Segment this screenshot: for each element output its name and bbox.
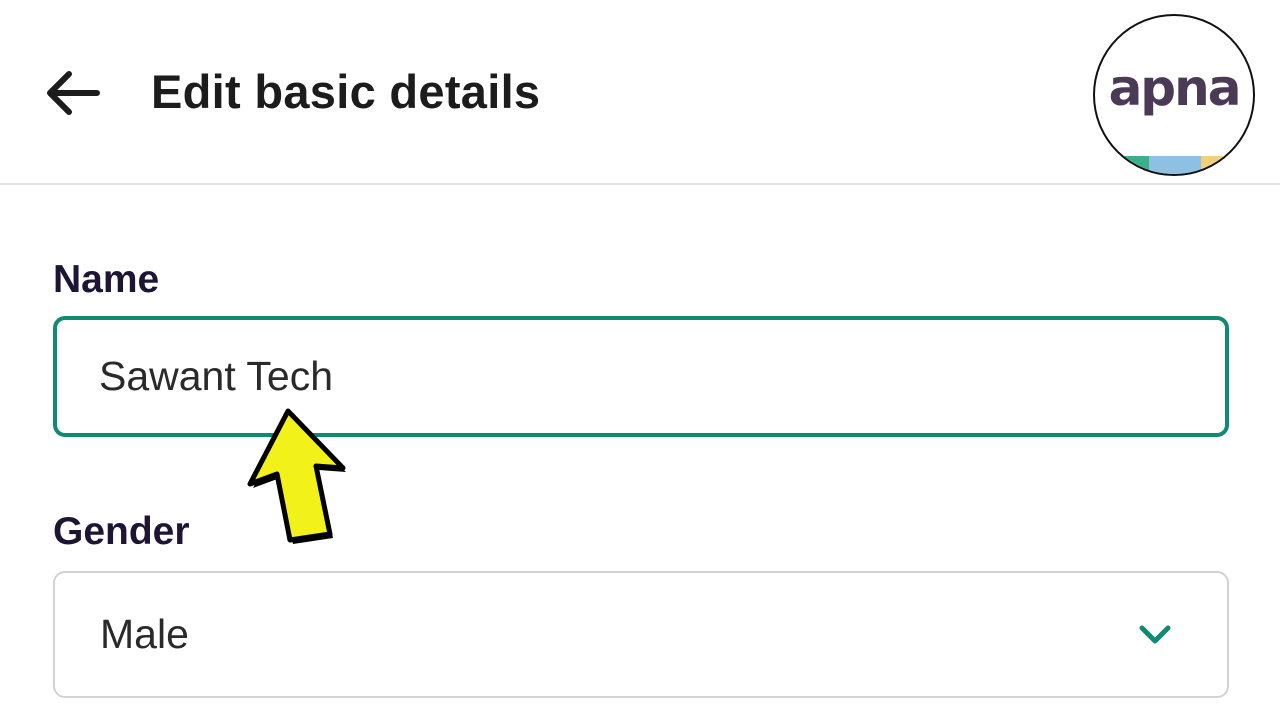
arrow-left-icon (47, 71, 100, 115)
gender-label: Gender (53, 510, 190, 553)
chevron-down-icon (1139, 625, 1171, 644)
edit-basic-details-screen: Edit basic details apna Name Gender Male (0, 0, 1280, 720)
logo-stripe-yellow (1200, 156, 1253, 174)
name-input[interactable] (53, 316, 1229, 437)
logo-stripes (1095, 156, 1253, 174)
back-button[interactable] (40, 60, 106, 126)
app-bar-divider (0, 183, 1280, 185)
apna-logo: apna (1093, 14, 1255, 176)
name-label: Name (53, 258, 160, 301)
logo-stripe-green (1095, 156, 1149, 174)
logo-text: apna (1108, 59, 1242, 117)
app-bar: Edit basic details apna (0, 0, 1280, 184)
logo-stripe-blue (1148, 156, 1201, 174)
gender-selected-value: Male (100, 611, 189, 657)
page-title: Edit basic details (151, 65, 541, 118)
gender-select[interactable]: Male (53, 571, 1229, 698)
